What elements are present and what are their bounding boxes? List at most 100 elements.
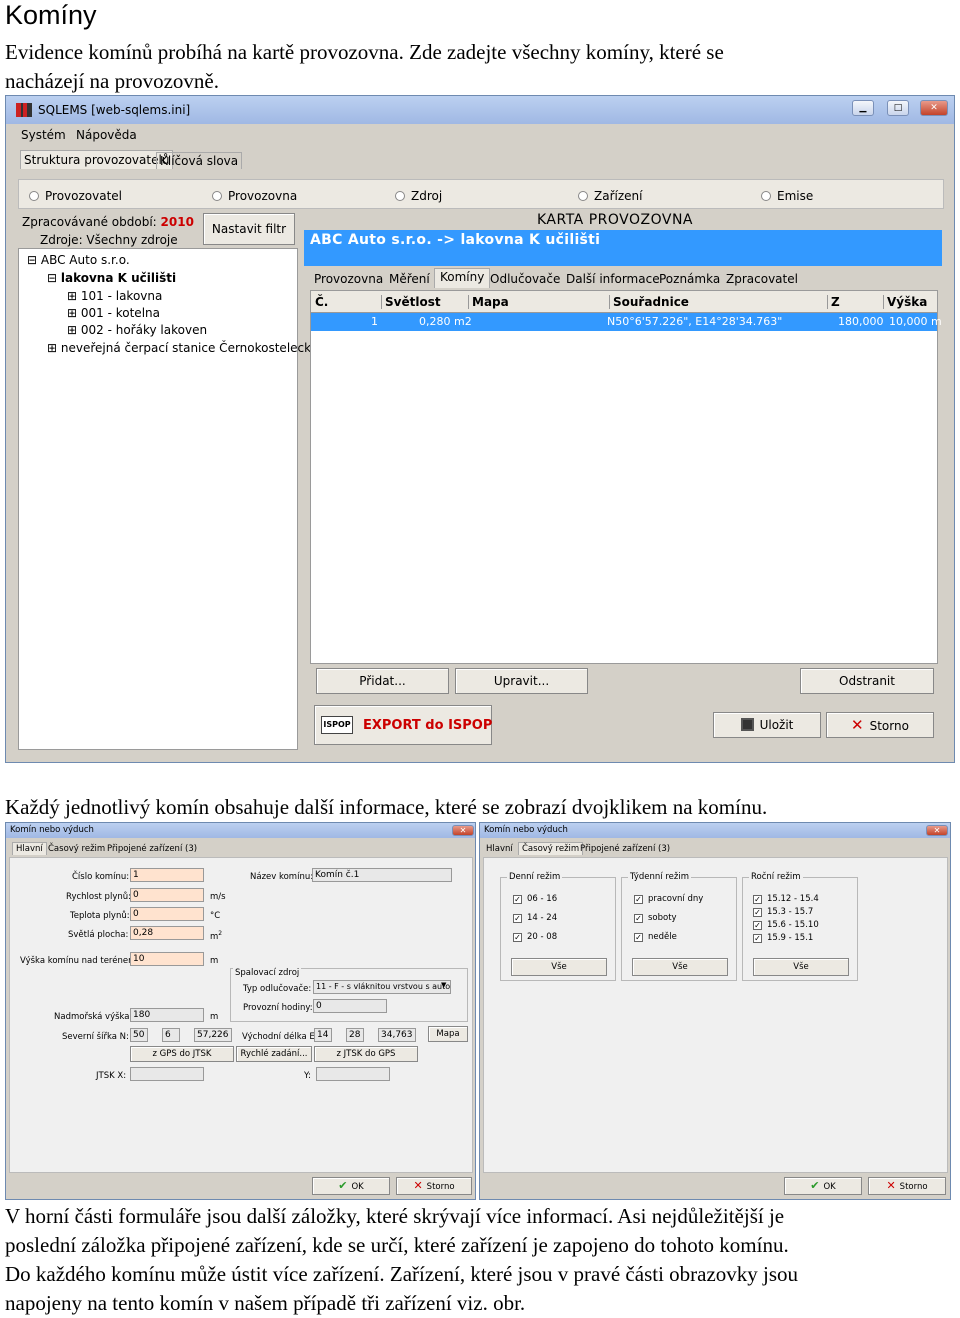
jtsk-to-gps-button[interactable]: z JTSK do GPS	[314, 1046, 418, 1062]
cell-coords: N50°6'57.226", E14°28'34.763"	[607, 315, 783, 328]
weekly-check-2[interactable]: ✓ soboty	[634, 913, 677, 923]
tab-poznamka[interactable]: Poznámka	[659, 272, 720, 286]
tab-keywords[interactable]: Klíčová slova	[156, 152, 243, 169]
lat-sec-field[interactable]: 57,226	[194, 1028, 232, 1042]
tab-main[interactable]: Hlavní	[12, 842, 47, 855]
gps-to-jtsk-button[interactable]: z GPS do JTSK	[130, 1046, 234, 1062]
close-icon[interactable]: ✕	[920, 100, 948, 116]
cancel-button[interactable]: ✕ Storno	[396, 1177, 472, 1195]
yearly-check-3[interactable]: ✓ 15.6 - 15.10	[753, 920, 819, 930]
tree-item-station[interactable]: ⊞ neveřejná čerpací stanice Černokostele…	[47, 341, 318, 355]
lon-sec-field[interactable]: 34,763	[378, 1028, 416, 1042]
save-button[interactable]: Uložit	[713, 712, 821, 738]
tab-odlucovace[interactable]: Odlučovače	[490, 272, 560, 286]
daily-all-button[interactable]: Vše	[511, 958, 607, 976]
radio-icon	[395, 191, 405, 201]
tree-item-plant[interactable]: ⊟ lakovna K učilišti	[47, 271, 176, 285]
remove-button[interactable]: Odstranit	[800, 668, 934, 694]
close-icon[interactable]: ✕	[926, 825, 948, 836]
y-label: Y:	[304, 1071, 311, 1081]
add-button[interactable]: Přidat...	[316, 668, 449, 694]
edit-button[interactable]: Upravit...	[455, 668, 588, 694]
radio-provozovna[interactable]: Provozovna	[212, 189, 297, 203]
red-x-icon: ✕	[851, 716, 864, 734]
daily-check-1[interactable]: ✓ 06 - 16	[513, 894, 557, 904]
menu-help[interactable]: Nápověda	[76, 128, 137, 142]
gas-speed-field[interactable]: 0	[130, 888, 204, 902]
gas-temp-field[interactable]: 0	[130, 907, 204, 921]
col-height[interactable]: Výška	[883, 295, 927, 309]
tree-item-002[interactable]: ⊞ 002 - hořáky lakoven	[67, 323, 207, 337]
daily-check-2[interactable]: ✓ 14 - 24	[513, 913, 557, 923]
col-size[interactable]: Světlost	[381, 295, 441, 309]
col-number[interactable]: Č.	[315, 295, 328, 309]
tree-item-001[interactable]: ⊞ 001 - kotelna	[67, 306, 160, 320]
tree-item-operator[interactable]: ⊟ ABC Auto s.r.o.	[27, 253, 130, 267]
col-z[interactable]: Z	[827, 295, 840, 309]
col-coords[interactable]: Souřadnice	[609, 295, 689, 309]
period-label: Zpracovávané období: 2010	[22, 215, 194, 229]
tab-mereni[interactable]: Měření	[389, 272, 430, 286]
radio-provozovatel[interactable]: Provozovatel	[29, 189, 122, 203]
ok-label: OK	[823, 1182, 836, 1192]
daily-check-3[interactable]: ✓ 20 - 08	[513, 932, 557, 942]
table-row[interactable]: 1 0,280 m2 N50°6'57.226", E14°28'34.763"…	[311, 313, 942, 331]
yearly-check-4[interactable]: ✓ 15.9 - 15.1	[753, 933, 813, 943]
yearly-check-2[interactable]: ✓ 15.3 - 15.7	[753, 907, 813, 917]
tab-connected-devices[interactable]: Připojené zařízení (3)	[107, 844, 197, 854]
cancel-button[interactable]: ✕ Storno	[868, 1177, 946, 1195]
filter-button[interactable]: Nastavit filtr	[203, 213, 295, 245]
altitude-field[interactable]: 180	[130, 1008, 204, 1022]
daily-group-label: Denní režim	[507, 872, 563, 882]
weekly-group-label: Týdenní režim	[628, 872, 692, 882]
ok-button[interactable]: ✔ OK	[784, 1177, 862, 1195]
weekly-all-button[interactable]: Vše	[632, 958, 728, 976]
tab-time-mode[interactable]: Časový režim	[518, 842, 584, 855]
dialog-left: Komín nebo výduch ✕ Hlavní Časový režim …	[5, 822, 476, 1200]
height-label: Výška komínu nad terénem:	[20, 956, 140, 966]
area-field[interactable]: 0,28	[130, 926, 204, 940]
lon-min-field[interactable]: 28	[346, 1028, 364, 1042]
export-ispop-button[interactable]: ISPOP EXPORT do ISPOP	[314, 705, 492, 745]
tree-item-101[interactable]: ⊞ 101 - lakovna	[67, 289, 162, 303]
tab-time-mode[interactable]: Časový režim	[48, 844, 105, 854]
main-window-title: SQLEMS [web-sqlems.ini]	[38, 103, 191, 117]
tab-kominy[interactable]: Komíny	[434, 268, 491, 288]
y-field[interactable]	[316, 1067, 390, 1081]
quick-entry-button[interactable]: Rychlé zadání...	[236, 1046, 312, 1062]
minimize-icon[interactable]: ▁	[852, 100, 874, 116]
tab-connected-devices[interactable]: Připojené zařízení (3)	[580, 844, 670, 854]
radio-emise[interactable]: Emise	[761, 189, 813, 203]
maximize-icon[interactable]: □	[887, 100, 909, 116]
ok-button[interactable]: ✔ OK	[312, 1177, 390, 1195]
close-icon[interactable]: ✕	[452, 825, 474, 836]
hours-field[interactable]: 0	[313, 999, 387, 1013]
jtsk-x-field[interactable]	[130, 1067, 204, 1081]
tab-zpracovatel[interactable]: Zpracovatel	[726, 272, 798, 286]
tab-main[interactable]: Hlavní	[486, 844, 513, 854]
col-map[interactable]: Mapa	[468, 295, 509, 309]
yearly-all-button[interactable]: Vše	[753, 958, 849, 976]
radio-zarizeni[interactable]: Zařízení	[578, 189, 642, 203]
chimney-number-field[interactable]: 1	[130, 868, 204, 882]
separator-type-select[interactable]: 11 - F - s vláknitou vrstvou s auto	[313, 980, 451, 994]
tab-dalsi-informace[interactable]: Další informace	[566, 272, 660, 286]
tab-provozovna[interactable]: Provozovna	[314, 272, 383, 286]
menu-system[interactable]: Systém	[21, 128, 66, 142]
lon-deg-field[interactable]: 14	[314, 1028, 332, 1042]
checkbox-icon: ✓	[513, 895, 522, 904]
weekly-check-3[interactable]: ✓ neděle	[634, 932, 677, 942]
cancel-button[interactable]: ✕ Storno	[826, 712, 934, 738]
radio-zdroj[interactable]: Zdroj	[395, 189, 442, 203]
tab-structure[interactable]: Struktura provozovatelů	[20, 150, 174, 169]
dialog-right: Komín nebo výduch ✕ Hlavní Časový režim …	[479, 822, 951, 1200]
yearly-group-label: Roční režim	[749, 872, 803, 882]
lat-deg-field[interactable]: 50	[130, 1028, 148, 1042]
ispop-logo-icon: ISPOP	[321, 716, 353, 734]
height-field[interactable]: 10	[130, 952, 204, 966]
lat-min-field[interactable]: 6	[162, 1028, 180, 1042]
chimney-name-field[interactable]: Komín č.1	[312, 868, 452, 882]
yearly-check-1[interactable]: ✓ 15.12 - 15.4	[753, 894, 819, 904]
weekly-check-1[interactable]: ✓ pracovní dny	[634, 894, 703, 904]
map-button[interactable]: Mapa	[428, 1026, 468, 1042]
